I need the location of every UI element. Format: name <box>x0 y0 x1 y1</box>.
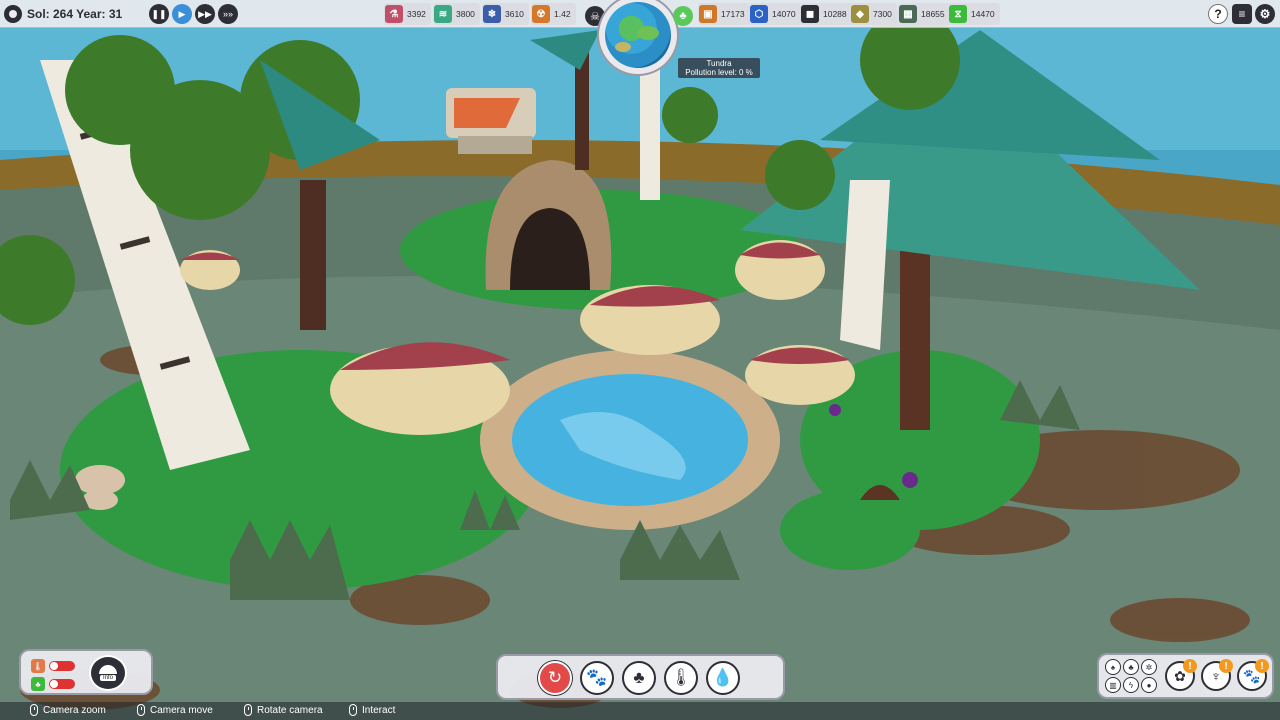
dna-icon: ⧖ <box>949 5 967 23</box>
resource-water[interactable]: ≋ 3800 <box>433 3 480 25</box>
crate-icon: ▣ <box>699 5 717 23</box>
animal-goal-icon[interactable]: 🐾 ! <box>1237 659 1269 691</box>
resource-value: 18655 <box>921 9 945 19</box>
radiation-icon: ☢ <box>532 5 550 23</box>
filter-grid: ♠ ♣ ✲ ▥ ϟ ● <box>1105 659 1159 693</box>
paw-icon[interactable]: 🐾 <box>580 661 614 695</box>
resource-molecule[interactable]: ⬡ 14070 <box>749 3 801 25</box>
ore-icon: ◆ <box>851 5 869 23</box>
biome-name: Tundra <box>706 59 732 68</box>
resource-stone[interactable]: ◼ 10288 <box>800 3 852 25</box>
resource-dna[interactable]: ⧖ 14470 <box>948 3 1000 25</box>
alert-icon: ! <box>1219 659 1233 673</box>
resource-value: 14070 <box>772 9 796 19</box>
thermometer-icon: 🌡 <box>31 659 45 673</box>
vegetation-toggle[interactable] <box>49 679 75 689</box>
alert-icon: ! <box>1255 659 1269 673</box>
settings-gear-icon[interactable]: ⚙ <box>1255 4 1275 24</box>
plant-goal-icon[interactable]: ♆ ! <box>1201 659 1233 691</box>
circuit-icon: ▦ <box>899 5 917 23</box>
resource-ore[interactable]: ◆ 7300 <box>850 3 897 25</box>
overlay-toggles-panel: 🌡 ♣ Info <box>19 649 153 695</box>
energy-filter-icon[interactable]: ϟ <box>1123 677 1139 693</box>
resource-value: 10288 <box>823 9 847 19</box>
fastest-forward-button[interactable]: »» <box>218 4 238 24</box>
hint-label: Interact <box>362 704 396 716</box>
globe-icon <box>605 2 671 68</box>
flora-filter-icon[interactable]: ♠ <box>1105 659 1121 675</box>
biome-tooltip: Tundra Pollution level: 0 % <box>678 58 760 78</box>
pollution-level: Pollution level: 0 % <box>685 68 753 77</box>
list-menu-button[interactable]: ≡ <box>1232 4 1252 24</box>
thermometer-tool-icon[interactable]: 🌡 <box>664 661 698 695</box>
resource-value: 14470 <box>971 9 995 19</box>
atom-filter-icon[interactable]: ✲ <box>1141 659 1157 675</box>
fauna-filter-icon[interactable]: ♣ <box>1123 659 1139 675</box>
build-toolbar: ↻ 🐾 ♣ 🌡 💧 <box>496 654 785 700</box>
pause-button[interactable]: ❚❚ <box>149 4 169 24</box>
ecosystem-goal-icon[interactable]: ✿ ! <box>1165 659 1197 691</box>
stone-icon: ◼ <box>801 5 819 23</box>
hint-label: Camera zoom <box>43 704 106 716</box>
resource-flask[interactable]: ⚗ 3392 <box>384 3 431 25</box>
building-filter-icon[interactable]: ▥ <box>1105 677 1121 693</box>
resource-value: 3800 <box>456 9 475 19</box>
dome-icon <box>99 665 117 674</box>
hint-rotate-camera: Rotate camera <box>244 704 323 716</box>
resource-value: 1.42 <box>554 9 571 19</box>
resource-value: 3392 <box>407 9 426 19</box>
alert-icon: ! <box>1183 659 1197 673</box>
sol-year-label: Sol: 264 Year: 31 <box>27 7 123 21</box>
plant-icon: ♣ <box>31 677 45 691</box>
drop-filter-icon[interactable]: ● <box>1141 677 1157 693</box>
vegetation-toggle-row: ♣ <box>31 677 75 691</box>
resource-value: 17173 <box>721 9 745 19</box>
sprout-icon[interactable]: ♣ <box>622 661 656 695</box>
resource-ice[interactable]: ❄ 3610 <box>482 3 529 25</box>
info-button[interactable]: Info <box>89 655 127 691</box>
mouse-icon <box>349 704 357 716</box>
hint-label: Camera move <box>150 704 213 716</box>
resource-circuit[interactable]: ▦ 18655 <box>898 3 950 25</box>
flask-icon: ⚗ <box>385 5 403 23</box>
info-label: Info <box>99 675 116 681</box>
ice-icon: ❄ <box>483 5 501 23</box>
recycle-icon[interactable]: ↻ <box>538 661 572 695</box>
mouse-icon <box>244 704 252 716</box>
ecosystem-icon[interactable]: ♣ <box>673 6 693 26</box>
fast-forward-button[interactable]: ▶▶ <box>195 4 215 24</box>
water-layers-icon: ≋ <box>434 5 452 23</box>
molecule-icon: ⬡ <box>750 5 768 23</box>
hint-camera-move: Camera move <box>137 704 213 716</box>
control-hints: Camera zoom Camera move Rotate camera In… <box>0 702 1280 720</box>
temperature-toggle-row: 🌡 <box>31 659 75 673</box>
resource-crate[interactable]: ▣ 17173 <box>698 3 750 25</box>
mouse-icon <box>30 704 38 716</box>
hint-label: Rotate camera <box>257 704 323 716</box>
play-button[interactable]: ▶ <box>172 4 192 24</box>
day-cycle-icon <box>4 5 22 23</box>
resource-value: 7300 <box>873 9 892 19</box>
resource-radiation[interactable]: ☢ 1.42 <box>531 3 576 25</box>
hint-interact: Interact <box>349 704 395 716</box>
water-drops-icon[interactable]: 💧 <box>706 661 740 695</box>
hint-camera-zoom: Camera zoom <box>30 704 106 716</box>
game-world-view[interactable] <box>0 0 1280 720</box>
mouse-icon <box>137 704 145 716</box>
help-button[interactable]: ? <box>1208 4 1228 24</box>
resource-value: 3610 <box>505 9 524 19</box>
category-panel: ♠ ♣ ✲ ▥ ϟ ● ✿ ! ♆ ! 🐾 ! <box>1097 653 1274 699</box>
calendar: Sol: 264 Year: 31 <box>4 3 140 25</box>
temperature-toggle[interactable] <box>49 661 75 671</box>
